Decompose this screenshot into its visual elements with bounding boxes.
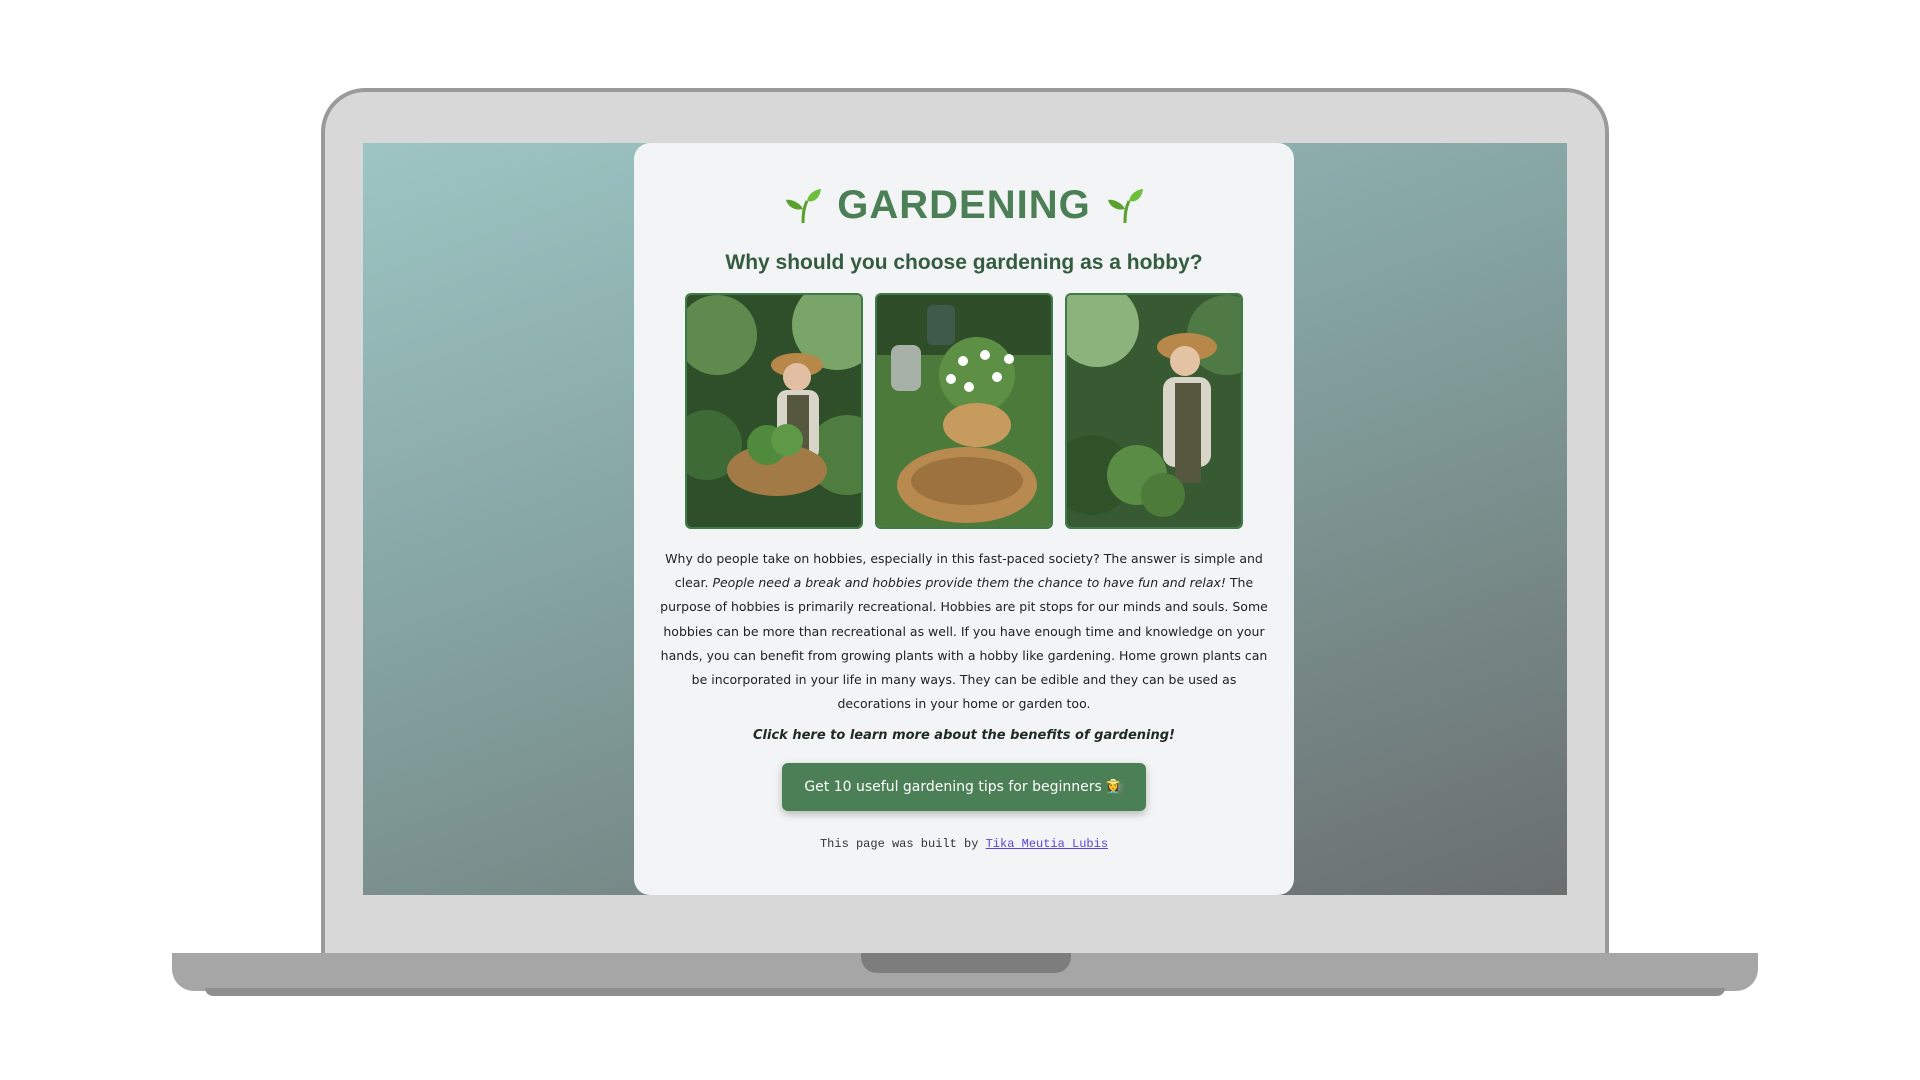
description-text: The purpose of hobbies is primarily recr… [660,575,1268,712]
learn-more-link[interactable]: Click here to learn more about the benef… [634,728,1294,743]
page-subtitle: Why should you choose gardening as a hob… [725,251,1203,274]
gardener-with-basket-photo [685,293,863,529]
laptop-screen: GARDENING Why should you choose gardenin… [363,143,1567,895]
laptop-base-shadow [205,988,1725,996]
page-footer: This page was built by Tika Meutia Lubis [634,837,1294,851]
content-card: GARDENING Why should you choose gardenin… [634,143,1294,895]
author-link[interactable]: Tika Meutia Lubis [986,837,1108,851]
description-emphasis: People need a break and hobbies provide … [712,575,1226,591]
gardener-smiling-photo [1065,293,1243,529]
sprout-icon [783,185,823,225]
laptop-notch [861,953,1071,973]
sprout-icon [1105,185,1145,225]
page-title: GARDENING [634,143,1294,229]
gardening-tips-button[interactable]: Get 10 useful gardening tips for beginne… [782,763,1146,812]
photo-gallery [634,293,1294,529]
page-title-text: GARDENING [837,182,1091,227]
footer-text: This page was built by [819,837,986,852]
hobby-description: Why do people take on hobbies, especiall… [660,547,1268,716]
daisy-basket-photo [875,293,1053,529]
